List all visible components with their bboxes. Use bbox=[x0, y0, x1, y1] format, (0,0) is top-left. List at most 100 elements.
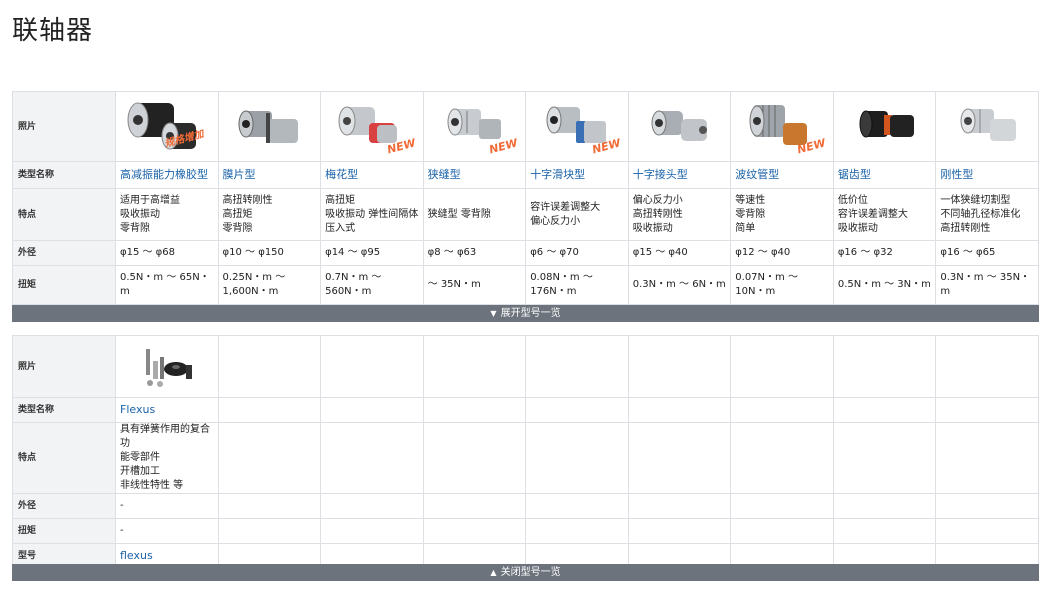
feature-line: 非线性特性 等 bbox=[120, 480, 184, 491]
product-photo-disc[interactable] bbox=[217, 91, 322, 162]
feature-line: 不同轴孔径标准化 bbox=[940, 208, 1021, 220]
feature-line: 高扭转刚性 bbox=[222, 194, 273, 206]
type-row: 类型名称 Flexus bbox=[12, 397, 1039, 423]
feature-line: 开槽加工 bbox=[120, 466, 160, 477]
feature-line: 零背隙 bbox=[222, 222, 253, 234]
product-link-flexus[interactable]: Flexus bbox=[115, 397, 219, 423]
product-photo-bellows[interactable]: NEW bbox=[730, 91, 834, 162]
torque-value: 0.08N・m ～ 176N・m bbox=[525, 265, 629, 305]
product-link-rubber[interactable]: 高减振能力橡胶型 bbox=[115, 161, 219, 189]
empty-cell bbox=[730, 422, 834, 494]
feature-row: 特点 具有弹簧作用的复合功 能零部件 开槽加工 非线性特性 等 bbox=[12, 422, 1039, 494]
row-label-type: 类型名称 bbox=[12, 397, 116, 423]
feature-line: 适用于高增益 bbox=[120, 194, 180, 206]
empty-cell bbox=[525, 422, 629, 494]
empty-cell bbox=[217, 335, 322, 398]
product-link-cross[interactable]: 十字接头型 bbox=[627, 161, 732, 189]
chevron-down-icon: ▼ bbox=[490, 309, 497, 318]
feature-line: 偏心反力小 bbox=[530, 215, 581, 227]
empty-cell bbox=[525, 397, 629, 423]
torque-value: 0.3N・m ～ 35N・m bbox=[935, 265, 1039, 305]
row-label-diameter: 外径 bbox=[12, 240, 116, 266]
features-jaw: 高扭矩 吸收振动 弹性间隔体 压入式 bbox=[320, 188, 424, 241]
product-photo-flexus[interactable] bbox=[115, 335, 219, 398]
row-label-torque: 扭矩 bbox=[12, 265, 116, 305]
feature-line: 零背隙 bbox=[120, 222, 150, 234]
empty-cell bbox=[217, 518, 322, 544]
product-link-gear[interactable]: 锯齿型 bbox=[832, 161, 937, 189]
torque-value: - bbox=[115, 518, 219, 544]
product-photo-cross[interactable] bbox=[627, 91, 732, 162]
diameter-row: 外径 - bbox=[12, 493, 1039, 519]
diameter-value: φ12 ～ φ40 bbox=[730, 240, 834, 266]
empty-cell bbox=[935, 493, 1039, 519]
cross-coupling-icon bbox=[651, 110, 707, 141]
features-rigid: 一体狭缝切割型 不同轴孔径标准化 高扭转刚性 bbox=[935, 188, 1039, 241]
product-photo-gear[interactable] bbox=[832, 91, 937, 162]
feature-line: 高扭矩 bbox=[325, 194, 356, 206]
photo-row: 照片 规格增加 NEW NEW NEW NEW bbox=[12, 91, 1039, 162]
empty-cell bbox=[525, 335, 629, 398]
slit-coupling-icon: NEW bbox=[447, 108, 520, 156]
product-link-jaw[interactable]: 梅花型 bbox=[320, 161, 424, 189]
product-link-bellows[interactable]: 波纹管型 bbox=[730, 161, 834, 189]
empty-cell bbox=[217, 422, 322, 494]
feature-line: 偏心反力小 bbox=[632, 194, 683, 206]
empty-cell bbox=[935, 422, 1039, 494]
empty-cell bbox=[832, 335, 937, 398]
feature-line: 一体狭缝切割型 bbox=[940, 194, 1011, 206]
empty-cell bbox=[320, 335, 424, 398]
product-photo-oldham[interactable]: NEW bbox=[525, 91, 629, 162]
photo-row: 照片 bbox=[12, 335, 1039, 398]
features-flexus: 具有弹簧作用的复合功 能零部件 开槽加工 非线性特性 等 bbox=[115, 422, 219, 494]
empty-cell bbox=[422, 335, 527, 398]
empty-cell bbox=[730, 335, 834, 398]
feature-line: 能零部件 bbox=[120, 452, 160, 463]
expand-label: 展开型号一览 bbox=[500, 308, 561, 319]
flexus-parts-icon bbox=[145, 348, 192, 387]
diameter-value: φ8 ～ φ63 bbox=[422, 240, 527, 266]
product-photo-rigid[interactable] bbox=[935, 91, 1039, 162]
feature-line: 容许误差调整大 bbox=[530, 201, 601, 213]
empty-cell bbox=[935, 518, 1039, 544]
empty-cell bbox=[217, 493, 322, 519]
feature-line: 吸收振动 bbox=[632, 222, 673, 234]
empty-cell bbox=[832, 518, 937, 544]
torque-value: 0.5N・m ～ 3N・m bbox=[832, 265, 937, 305]
product-link-slit[interactable]: 狭缝型 bbox=[422, 161, 527, 189]
row-label-photo: 照片 bbox=[12, 335, 116, 398]
extra-coupling-table: 照片 类型名称 Flexus 特点 具有弹簧作用的复合功 能零部件 开槽加工 非… bbox=[12, 335, 1039, 569]
product-link-rigid[interactable]: 刚性型 bbox=[935, 161, 1039, 189]
expand-model-list-button[interactable]: ▼ 展开型号一览 bbox=[12, 305, 1039, 322]
product-link-disc[interactable]: 膜片型 bbox=[217, 161, 322, 189]
diameter-value: φ14 ～ φ95 bbox=[320, 240, 424, 266]
new-badge-slit: NEW bbox=[488, 136, 520, 156]
empty-cell bbox=[730, 518, 834, 544]
row-label-type: 类型名称 bbox=[12, 161, 116, 189]
feature-line: 狭缝型 零背隙 bbox=[427, 208, 491, 220]
diameter-row: 外径 φ15 ～ φ68 φ10 ～ φ150 φ14 ～ φ95 φ8 ～ φ… bbox=[12, 240, 1039, 266]
diameter-value: - bbox=[115, 493, 219, 519]
feature-line: 零背隙 bbox=[735, 208, 766, 220]
row-label-diameter: 外径 bbox=[12, 493, 116, 519]
feature-line: 低价位 bbox=[837, 194, 868, 206]
empty-cell bbox=[320, 493, 424, 519]
empty-cell bbox=[320, 518, 424, 544]
diameter-value: φ16 ～ φ32 bbox=[832, 240, 937, 266]
feature-line: 简单 bbox=[735, 222, 756, 234]
empty-cell bbox=[935, 397, 1039, 423]
empty-cell bbox=[832, 493, 937, 519]
product-photo-jaw[interactable]: NEW bbox=[320, 91, 424, 162]
product-photo-rubber[interactable]: 规格增加 bbox=[115, 91, 219, 162]
feature-line: 高扭转刚性 bbox=[940, 222, 991, 234]
collapse-model-list-button[interactable]: ▲ 关闭型号一览 bbox=[12, 564, 1039, 581]
chevron-up-icon: ▲ bbox=[490, 568, 497, 577]
empty-cell bbox=[627, 422, 732, 494]
product-link-oldham[interactable]: 十字滑块型 bbox=[525, 161, 629, 189]
gear-coupling-icon bbox=[859, 110, 914, 137]
feature-line: 吸收振动 bbox=[120, 208, 160, 220]
empty-cell bbox=[320, 422, 424, 494]
empty-cell bbox=[627, 518, 732, 544]
product-photo-slit[interactable]: NEW bbox=[422, 91, 527, 162]
disc-coupling-icon bbox=[238, 110, 299, 143]
